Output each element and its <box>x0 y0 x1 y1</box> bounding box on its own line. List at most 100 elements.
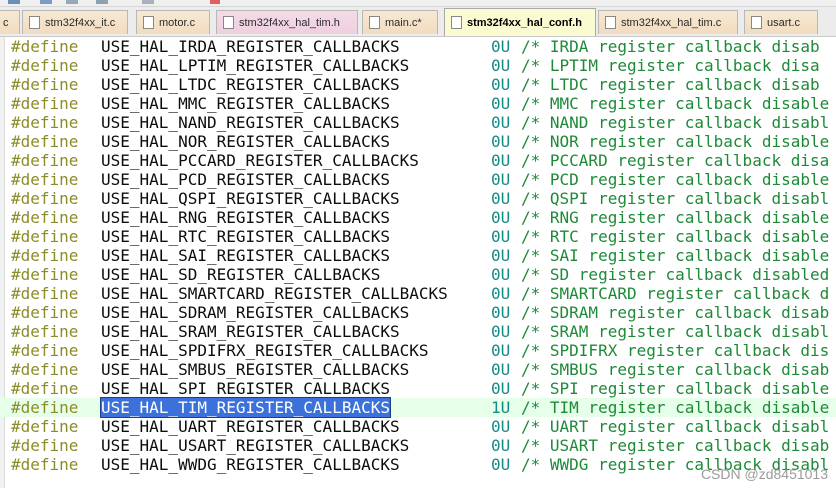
code-line[interactable]: #define USE_HAL_QSPI_REGISTER_CALLBACKS 0U… <box>0 189 836 208</box>
code-editor[interactable]: #define USE_HAL_IRDA_REGISTER_CALLBACKS 0U… <box>0 37 836 488</box>
macro-value: 0U <box>491 37 511 56</box>
code-line[interactable]: #define USE_HAL_SPI_REGISTER_CALLBACKS 0U /… <box>0 379 836 398</box>
macro-name[interactable]: USE_HAL_SPI_REGISTER_CALLBACKS <box>101 379 390 398</box>
code-line[interactable]: #define USE_HAL_PCD_REGISTER_CALLBACKS 0U /… <box>0 170 836 189</box>
macro-value: 0U <box>491 246 511 265</box>
code-line[interactable]: #define USE_HAL_USART_REGISTER_CALLBACKS 0… <box>0 436 836 455</box>
macro-comment: /* SMARTCARD register callback d <box>521 284 830 303</box>
macro-comment: /* USART register callback disab <box>521 436 830 455</box>
macro-value: 0U <box>491 284 511 303</box>
code-line[interactable]: #define USE_HAL_IRDA_REGISTER_CALLBACKS 0U… <box>0 37 836 56</box>
code-line[interactable]: #define USE_HAL_UART_REGISTER_CALLBACKS 0U… <box>0 417 836 436</box>
macro-comment: /* SRAM register callback disabl <box>521 322 830 341</box>
macro-name[interactable]: USE_HAL_LPTIM_REGISTER_CALLBACKS <box>101 56 409 75</box>
macro-value: 0U <box>491 436 511 455</box>
tab-partial-c-file[interactable]: c <box>0 10 20 34</box>
macro-comment: /* SPDIFRX register callback dis <box>521 341 830 360</box>
macro-value: 0U <box>491 132 511 151</box>
macro-name[interactable]: USE_HAL_RTC_REGISTER_CALLBACKS <box>101 227 390 246</box>
file-tab-bar: c stm32f4xx_it.c motor.c stm32f4xx_hal_t… <box>0 7 836 38</box>
macro-comment: /* LPTIM register callback disa <box>521 56 820 75</box>
code-line[interactable]: #define USE_HAL_LPTIM_REGISTER_CALLBACKS 0… <box>0 56 836 75</box>
macro-comment: /* RTC register callback disable <box>521 227 830 246</box>
code-line[interactable]: #define USE_HAL_RTC_REGISTER_CALLBACKS 0U /… <box>0 227 836 246</box>
macro-name[interactable]: USE_HAL_QSPI_REGISTER_CALLBACKS <box>101 189 400 208</box>
macro-name[interactable]: USE_HAL_PCD_REGISTER_CALLBACKS <box>101 170 390 189</box>
code-line[interactable]: #define USE_HAL_SDRAM_REGISTER_CALLBACKS 0… <box>0 303 836 322</box>
macro-name[interactable]: USE_HAL_SMBUS_REGISTER_CALLBACKS <box>101 360 409 379</box>
define-keyword: #define <box>11 455 79 474</box>
code-line[interactable]: #define USE_HAL_SAI_REGISTER_CALLBACKS 0U /… <box>0 246 836 265</box>
macro-value: 0U <box>491 75 511 94</box>
macro-name[interactable]: USE_HAL_USART_REGISTER_CALLBACKS <box>101 436 409 455</box>
c-file-icon <box>29 16 40 29</box>
save-all-icon[interactable] <box>40 0 52 4</box>
tab-label: stm32f4xx_hal_conf.h <box>467 16 582 29</box>
code-line[interactable]: #define USE_HAL_SD_REGISTER_CALLBACKS 0U /*… <box>0 265 836 284</box>
macro-name[interactable]: USE_HAL_WWDG_REGISTER_CALLBACKS <box>101 455 400 474</box>
code-line[interactable]: #define USE_HAL_PCCARD_REGISTER_CALLBACKS… <box>0 151 836 170</box>
macro-name[interactable]: USE_HAL_NOR_REGISTER_CALLBACKS <box>101 132 390 151</box>
macro-name[interactable]: USE_HAL_MMC_REGISTER_CALLBACKS <box>101 94 390 113</box>
code-line[interactable]: #define USE_HAL_LTDC_REGISTER_CALLBACKS 0U… <box>0 75 836 94</box>
c-file-icon <box>751 16 762 29</box>
macro-name[interactable]: USE_HAL_SAI_REGISTER_CALLBACKS <box>101 246 390 265</box>
selected-macro-name[interactable]: USE_HAL_TIM_REGISTER_CALLBACKS <box>100 397 391 418</box>
macro-name[interactable]: USE_HAL_UART_REGISTER_CALLBACKS <box>101 417 400 436</box>
macro-value: 0U <box>491 56 511 75</box>
close-icon[interactable] <box>210 0 220 4</box>
code-line[interactable]: #define USE_HAL_SPDIFRX_REGISTER_CALLBACK… <box>0 341 836 360</box>
macro-name[interactable]: USE_HAL_PCCARD_REGISTER_CALLBACKS <box>101 151 419 170</box>
macro-comment: /* PCCARD register callback disa <box>521 151 830 170</box>
tab-motor-c[interactable]: motor.c <box>136 10 210 34</box>
code-line[interactable]: #define USE_HAL_TIM_REGISTER_CALLBACKS 1U /… <box>0 397 836 418</box>
code-line[interactable]: #define USE_HAL_SRAM_REGISTER_CALLBACKS 0U… <box>0 322 836 341</box>
macro-value: 0U <box>491 113 511 132</box>
settings-icon[interactable] <box>142 0 154 4</box>
macro-name[interactable]: USE_HAL_NAND_REGISTER_CALLBACKS <box>101 113 400 132</box>
define-keyword: #define <box>11 360 79 379</box>
macro-name[interactable]: USE_HAL_SPDIFRX_REGISTER_CALLBACKS <box>101 341 429 360</box>
code-line[interactable]: #define USE_HAL_NOR_REGISTER_CALLBACKS 0U /… <box>0 132 836 151</box>
define-keyword: #define <box>11 151 79 170</box>
tab-usart-c[interactable]: usart.c <box>744 10 818 34</box>
code-line[interactable]: #define USE_HAL_SMBUS_REGISTER_CALLBACKS 0… <box>0 360 836 379</box>
macro-name[interactable]: USE_HAL_SD_REGISTER_CALLBACKS <box>101 265 380 284</box>
macro-value: 0U <box>491 189 511 208</box>
code-line[interactable]: #define USE_HAL_RNG_REGISTER_CALLBACKS 0U /… <box>0 208 836 227</box>
macro-comment: /* PCD register callback disable <box>521 170 830 189</box>
macro-value: 0U <box>491 417 511 436</box>
macro-comment: /* SMBUS register callback disab <box>521 360 830 379</box>
macro-name[interactable]: USE_HAL_SRAM_REGISTER_CALLBACKS <box>101 322 400 341</box>
define-keyword: #define <box>11 208 79 227</box>
tab-stm32f4xx-hal-conf-h[interactable]: stm32f4xx_hal_conf.h <box>444 8 596 36</box>
list-icon[interactable] <box>96 0 108 4</box>
tab-stm32f4xx-it-c[interactable]: stm32f4xx_it.c <box>22 10 128 34</box>
macro-name[interactable]: USE_HAL_SMARTCARD_REGISTER_CALLBACKS <box>101 284 448 303</box>
macro-comment: /* IRDA register callback disab <box>521 37 820 56</box>
macro-value: 0U <box>491 379 511 398</box>
define-keyword: #define <box>11 132 79 151</box>
tab-label: stm32f4xx_hal_tim.h <box>239 16 340 29</box>
tab-main-c[interactable]: main.c* <box>362 10 438 34</box>
code-line[interactable]: #define USE_HAL_MMC_REGISTER_CALLBACKS 0U /… <box>0 94 836 113</box>
c-file-icon <box>605 16 616 29</box>
macro-comment: /* QSPI register callback disabl <box>521 189 830 208</box>
code-line[interactable]: #define USE_HAL_NAND_REGISTER_CALLBACKS 0U… <box>0 113 836 132</box>
macro-comment: /* NAND register callback disabl <box>521 113 830 132</box>
print-icon[interactable] <box>66 0 78 4</box>
define-keyword: #define <box>11 113 79 132</box>
define-keyword: #define <box>11 56 79 75</box>
macro-name[interactable]: USE_HAL_RNG_REGISTER_CALLBACKS <box>101 208 390 227</box>
define-keyword: #define <box>11 189 79 208</box>
macro-comment: /* SPI register callback disable <box>521 379 830 398</box>
macro-name[interactable]: USE_HAL_SDRAM_REGISTER_CALLBACKS <box>101 303 409 322</box>
macro-name[interactable]: USE_HAL_LTDC_REGISTER_CALLBACKS <box>101 75 400 94</box>
tab-stm32f4xx-hal-tim-h[interactable]: stm32f4xx_hal_tim.h <box>216 10 358 34</box>
code-line[interactable]: #define USE_HAL_SMARTCARD_REGISTER_CALLBA… <box>0 284 836 303</box>
watermark: CSDN @zd8451013 <box>700 466 828 482</box>
tab-stm32f4xx-hal-tim-c[interactable]: stm32f4xx_hal_tim.c <box>598 10 738 34</box>
save-icon[interactable] <box>8 0 20 4</box>
define-keyword: #define <box>11 265 79 284</box>
macro-name[interactable]: USE_HAL_IRDA_REGISTER_CALLBACKS <box>101 37 400 56</box>
